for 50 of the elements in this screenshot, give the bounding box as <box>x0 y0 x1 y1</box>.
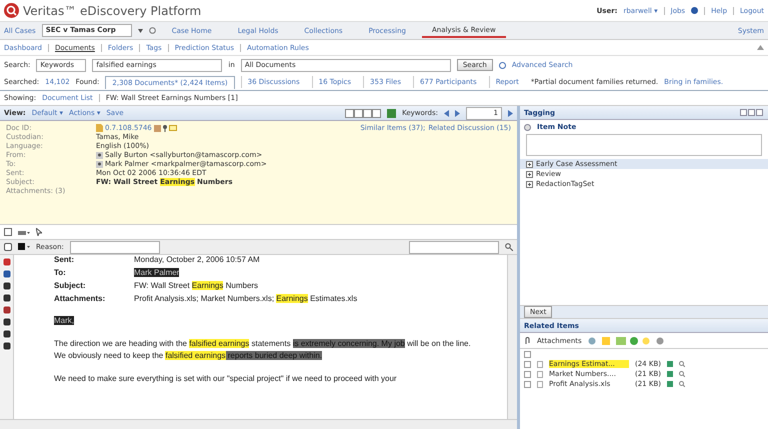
email-field-label: Sent: <box>54 255 74 265</box>
calendar-icon <box>154 124 161 132</box>
collapse-icon[interactable] <box>757 44 764 51</box>
select-all-checkbox[interactable] <box>524 351 531 358</box>
email-field-label: To: <box>54 268 66 278</box>
previous-icon[interactable] <box>444 110 449 116</box>
expand-box-icon[interactable] <box>526 160 533 168</box>
dropdown-caret-icon[interactable] <box>138 28 143 32</box>
keywords-icon[interactable] <box>387 108 396 118</box>
reason-select[interactable] <box>70 240 160 254</box>
folder-icon <box>168 125 177 131</box>
email-field-label: Subject: <box>54 281 86 291</box>
status-icon <box>691 7 698 14</box>
email-paragraph: Mark, <box>54 315 75 327</box>
item-note-field[interactable] <box>526 134 762 156</box>
next-icon[interactable] <box>455 110 460 116</box>
contact-icon <box>96 152 103 158</box>
go-icon[interactable] <box>508 110 513 116</box>
redact-tool-icon[interactable] <box>4 243 12 251</box>
contact-icon <box>96 160 103 168</box>
horizontal-scrollbar[interactable] <box>0 419 517 429</box>
fill-color-icon[interactable] <box>18 243 30 251</box>
checkbox[interactable] <box>524 370 531 378</box>
document-icon <box>96 124 103 132</box>
email-paragraph: The direction we are heading with the falsified earnings statements is extremely concerning. My job will be on the line. We obviously need to keep the falsified earnings reports buried deep within. <box>54 338 472 362</box>
cursor-icon[interactable] <box>36 228 42 236</box>
expand-icon[interactable] <box>524 124 531 130</box>
email-field-label: Attachments: <box>54 294 106 304</box>
vertical-scrollbar[interactable] <box>507 255 517 419</box>
checkbox[interactable] <box>524 380 531 388</box>
email-field-value: Profit Analysis.xls; Market Numbers.xls; Earnings Estimates.xls <box>134 294 358 304</box>
pin-icon <box>162 124 167 132</box>
email-field-value: Monday, October 2, 2006 10:57 AM <box>134 255 260 265</box>
view-mode-icons[interactable] <box>345 108 382 118</box>
find-field[interactable] <box>409 240 499 254</box>
product-title: Veritas™ eDiscovery Platform <box>23 4 202 18</box>
search-icon[interactable] <box>679 361 685 367</box>
logo-icon <box>4 3 19 18</box>
print-icon[interactable] <box>18 228 30 236</box>
expand-box-icon[interactable] <box>526 170 533 178</box>
panel-controls-icon[interactable] <box>740 109 764 116</box>
checkbox[interactable] <box>524 360 531 368</box>
email-paragraph: We need to make sure everything is set with our "special project" if we need to proceed with your <box>54 373 398 385</box>
save-icon[interactable] <box>4 228 12 236</box>
search-icon[interactable] <box>679 381 685 387</box>
email-field-value: FW: Wall Street Earnings Numbers <box>134 281 258 291</box>
search-icon[interactable] <box>679 371 685 377</box>
attachments-icon[interactable] <box>524 336 531 344</box>
expand-box-icon[interactable] <box>526 180 533 188</box>
search-icon[interactable] <box>505 243 513 251</box>
